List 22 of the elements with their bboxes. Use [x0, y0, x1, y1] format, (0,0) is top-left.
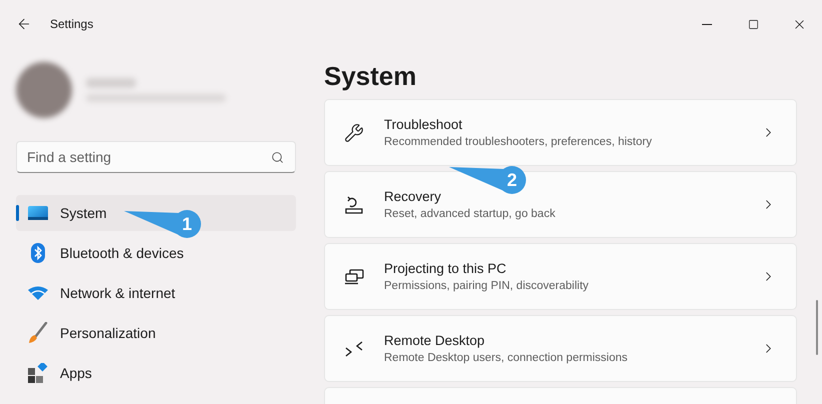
- nav-item[interactable]: Network & internet: [16, 275, 296, 311]
- wrench-icon: [344, 122, 364, 142]
- search-icon: [271, 151, 284, 164]
- avatar-placeholder: [16, 62, 72, 118]
- scrollbar-thumb[interactable]: [816, 300, 818, 355]
- monitor-icon: [28, 206, 48, 220]
- settings-card[interactable]: Remote Desktop Remote Desktop users, connection permissions: [324, 315, 797, 382]
- window-title: Settings: [50, 16, 94, 33]
- bluetooth-icon: [31, 243, 45, 263]
- restore-icon: [344, 196, 364, 214]
- nav-item[interactable]: Apps: [16, 355, 296, 391]
- maximize-icon: [748, 18, 758, 30]
- nav-item[interactable]: Personalization: [16, 315, 296, 351]
- paintbrush-icon: [28, 322, 48, 344]
- page-title: System: [324, 60, 418, 93]
- apps-icon: [28, 363, 48, 383]
- selection-indicator: [16, 205, 19, 221]
- projector-screens-icon: [344, 268, 364, 284]
- wifi-icon: [28, 286, 48, 300]
- search-field[interactable]: Find a setting: [16, 141, 296, 173]
- settings-card[interactable]: Troubleshoot Recommended troubleshooters, preferences, history: [324, 99, 797, 166]
- settings-card[interactable]: Projecting to this PC Permissions, pairing PIN, discoverability: [324, 243, 797, 310]
